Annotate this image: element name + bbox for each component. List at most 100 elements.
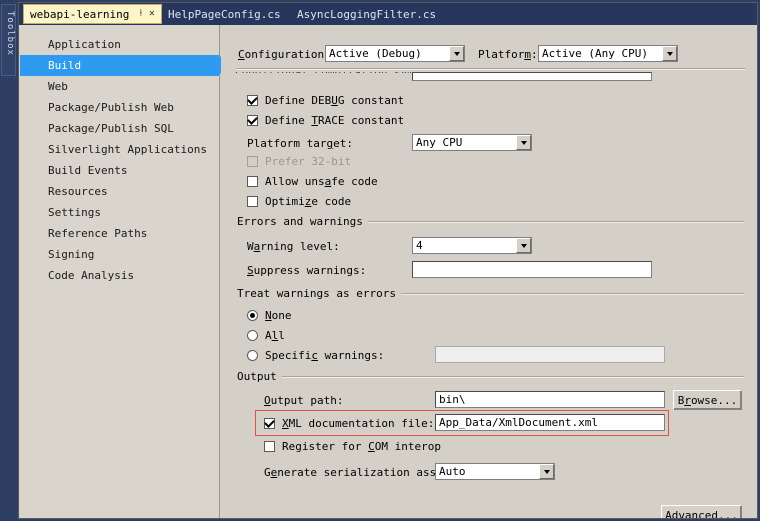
prefer-32bit-checkbox (247, 156, 258, 167)
header-divider (237, 68, 746, 70)
platform-dropdown[interactable]: Active (Any CPU) (538, 45, 678, 62)
sidebar-item-label: Silverlight Applications (48, 143, 207, 156)
document-tab-bar: webapi-learning ⍿ ✕ HelpPageConfig.cs As… (19, 3, 757, 25)
treat-warnings-group-title: Treat warnings as errors (237, 287, 401, 300)
advanced-label: Advanced... (665, 508, 738, 519)
conditional-compilation-input[interactable] (412, 72, 652, 81)
tab-label: HelpPageConfig.cs (168, 7, 281, 21)
treat-all-radio[interactable] (247, 330, 258, 341)
xml-documentation-checkbox[interactable] (264, 418, 275, 429)
xml-documentation-label: XML documentation file: (282, 417, 435, 430)
sidebar-item-label: Build Events (48, 164, 128, 177)
treat-all-label: All (265, 329, 285, 342)
chevron-down-icon[interactable] (449, 46, 464, 61)
sidebar-item-label: Signing (48, 248, 95, 261)
sidebar-item-signing[interactable]: Signing (20, 244, 219, 265)
xml-documentation-input[interactable]: App_Data/XmlDocument.xml (435, 414, 665, 431)
platform-label: Platform: (478, 48, 538, 61)
sidebar-item-package-publish-sql[interactable]: Package/Publish SQL (20, 118, 219, 139)
treat-specific-radio[interactable] (247, 350, 258, 361)
visual-studio-window: Toolbox webapi-learning ⍿ ✕ HelpPageConf… (0, 0, 760, 521)
chevron-down-icon[interactable] (516, 135, 531, 150)
treat-specific-label: Specific warnings: (265, 349, 385, 362)
sidebar-item-label: Code Analysis (48, 269, 135, 282)
optimize-code-checkbox[interactable] (247, 196, 258, 207)
output-group-title: Output (237, 370, 282, 383)
chevron-down-icon[interactable] (539, 464, 554, 479)
warning-level-label: Warning level: (247, 240, 340, 253)
com-interop-label: Register for COM interop (282, 440, 441, 453)
project-properties-window: webapi-learning ⍿ ✕ HelpPageConfig.cs As… (18, 2, 758, 519)
sidebar-item-application[interactable]: Application (20, 34, 219, 55)
tab-helppageconfig[interactable]: HelpPageConfig.cs (160, 4, 289, 24)
optimize-code-label: Optimize code (265, 195, 352, 208)
sidebar-item-resources[interactable]: Resources (20, 181, 219, 202)
prefer-32bit-label: Prefer 32-bit (265, 155, 352, 168)
sidebar-item-build-events[interactable]: Build Events (20, 160, 219, 181)
configuration-dropdown[interactable]: Active (Debug) (325, 45, 465, 62)
errors-warnings-group-title: Errors and warnings (237, 215, 368, 228)
advanced-button[interactable]: Advanced... (661, 505, 742, 518)
serialization-assembly-value: Auto (439, 465, 466, 478)
toolbox-strip: Toolbox (0, 0, 18, 521)
tab-label: webapi-learning (30, 7, 130, 21)
sidebar-item-web[interactable]: Web (20, 76, 219, 97)
tab-asyncloggingfilter[interactable]: AsyncLoggingFilter.cs (289, 4, 444, 24)
output-group: Output (221, 370, 756, 383)
sidebar-item-label: Settings (48, 206, 101, 219)
browse-label: Browse... (677, 393, 738, 407)
sidebar-item-silverlight-applications[interactable]: Silverlight Applications (20, 139, 219, 160)
properties-pane: Application Build Web Package/Publish We… (20, 25, 756, 518)
configuration-value: Active (Debug) (329, 47, 422, 60)
chevron-down-icon[interactable] (516, 238, 531, 253)
sidebar-item-reference-paths[interactable]: Reference Paths (20, 223, 219, 244)
warning-level-value: 4 (416, 239, 423, 252)
errors-warnings-group: Errors and warnings (221, 215, 756, 228)
sidebar-item-label: Resources (48, 185, 108, 198)
suppress-warnings-input[interactable] (412, 261, 652, 278)
toolbox-tab-label: Toolbox (5, 11, 15, 56)
sidebar-item-label: Build (48, 59, 82, 72)
sidebar-item-label: Reference Paths (48, 227, 148, 240)
chevron-down-icon[interactable] (662, 46, 677, 61)
platform-value: Active (Any CPU) (542, 47, 648, 60)
output-path-input[interactable]: bin\ (435, 391, 665, 408)
define-trace-label: Define TRACE constant (265, 114, 405, 127)
browse-button[interactable]: Browse... (673, 390, 742, 410)
sidebar-item-label: Web (48, 80, 68, 93)
define-debug-checkbox[interactable] (247, 95, 258, 106)
build-settings-panel: CConfiguration:onfiguration: Active (Deb… (221, 25, 756, 518)
configuration-label: CConfiguration:onfiguration: (238, 48, 331, 61)
sidebar-item-package-publish-web[interactable]: Package/Publish Web (20, 97, 219, 118)
platform-target-value: Any CPU (416, 136, 463, 149)
xml-documentation-value: App_Data/XmlDocument.xml (439, 416, 598, 429)
output-path-value: bin\ (439, 393, 466, 406)
output-path-label: Output path: (264, 394, 344, 407)
define-trace-checkbox[interactable] (247, 115, 258, 126)
sidebar-item-settings[interactable]: Settings (20, 202, 219, 223)
tab-label: AsyncLoggingFilter.cs (297, 7, 437, 21)
sidebar-item-label: Package/Publish Web (48, 101, 174, 114)
toolbox-tab[interactable]: Toolbox (1, 4, 16, 76)
platform-target-label: Platform target: (247, 137, 353, 150)
sidebar-item-label: Application (48, 38, 121, 51)
pin-icon[interactable]: ⍿ (135, 8, 146, 20)
sidebar-item-label: Package/Publish SQL (48, 122, 174, 135)
com-interop-checkbox[interactable] (264, 441, 275, 452)
close-icon[interactable]: ✕ (146, 8, 157, 20)
treat-specific-input[interactable] (435, 346, 665, 363)
platform-target-dropdown[interactable]: Any CPU (412, 134, 532, 151)
sidebar-item-code-analysis[interactable]: Code Analysis (20, 265, 219, 286)
define-debug-label: Define DEBUG constant (265, 94, 405, 107)
allow-unsafe-label: Allow unsafe code (265, 175, 378, 188)
properties-sidebar: Application Build Web Package/Publish We… (20, 25, 228, 518)
suppress-warnings-label: Suppress warnings: (247, 264, 367, 277)
sidebar-item-build[interactable]: Build (20, 55, 228, 76)
tab-webapi-learning[interactable]: webapi-learning ⍿ ✕ (23, 4, 163, 24)
allow-unsafe-checkbox[interactable] (247, 176, 258, 187)
serialization-assembly-dropdown[interactable]: Auto (435, 463, 555, 480)
treat-none-radio[interactable] (247, 310, 258, 321)
treat-none-label: None (265, 309, 292, 322)
warning-level-dropdown[interactable]: 4 (412, 237, 532, 254)
treat-warnings-group: Treat warnings as errors (221, 287, 756, 300)
